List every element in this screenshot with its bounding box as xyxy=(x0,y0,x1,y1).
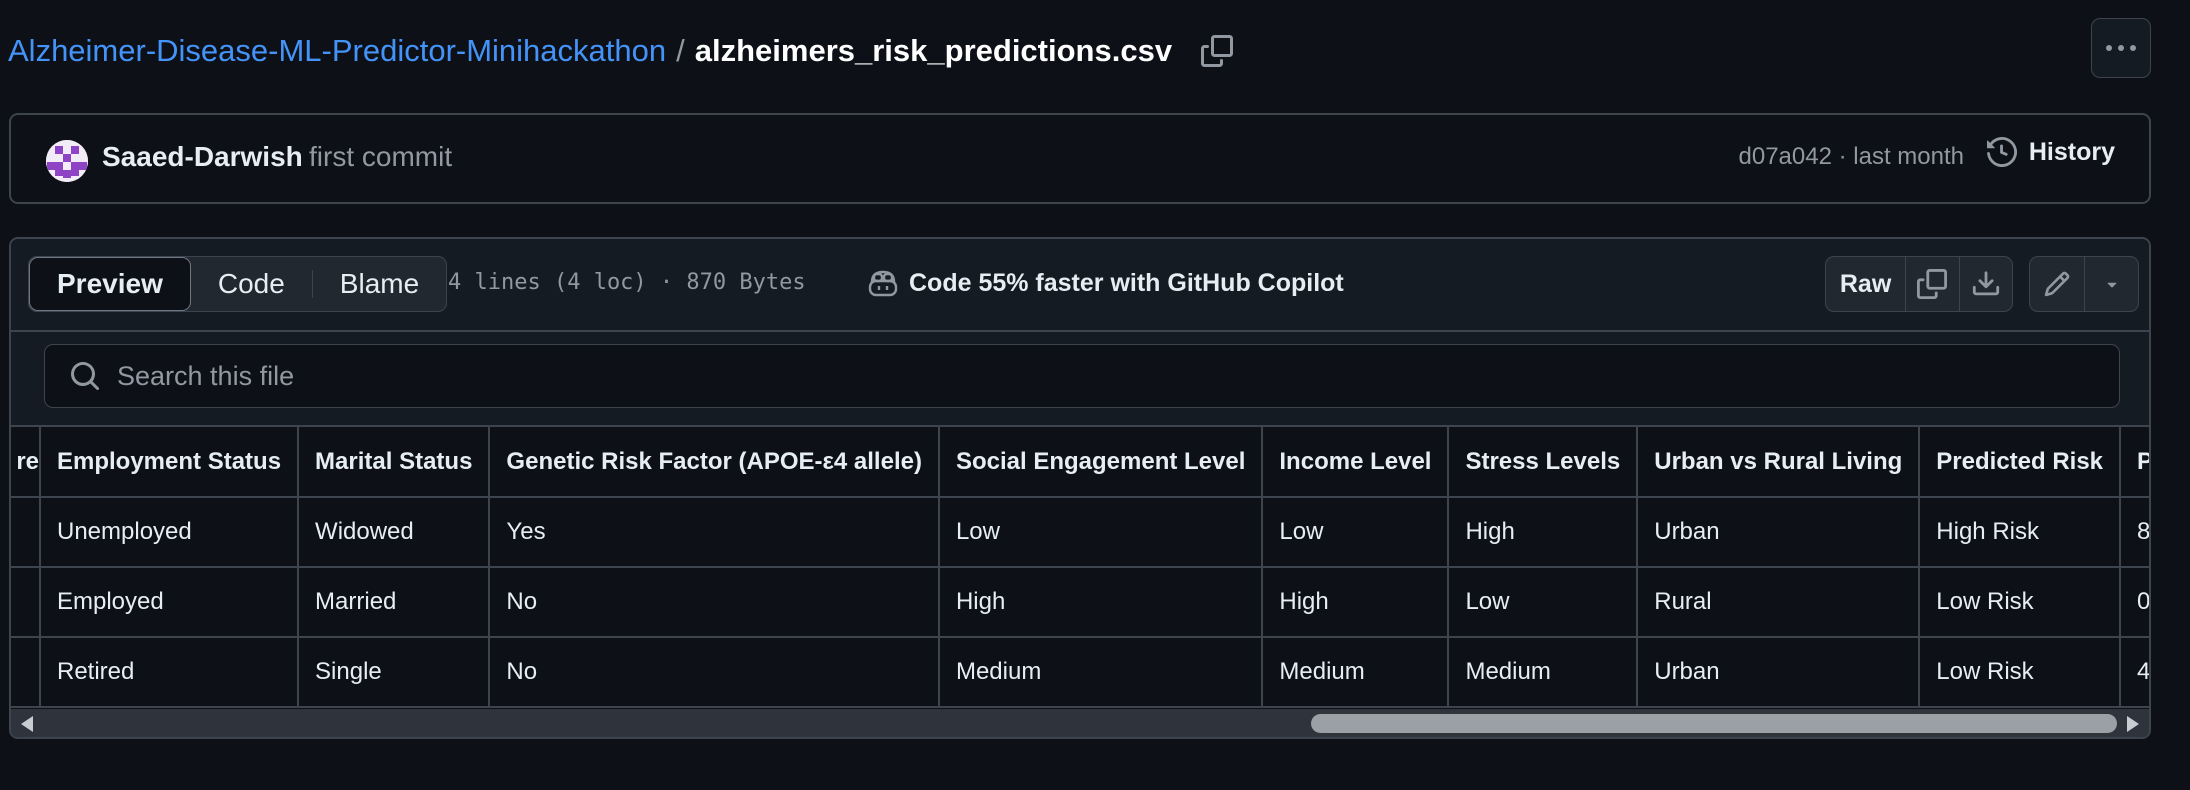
table-cell: Medium xyxy=(1261,636,1450,708)
search-input[interactable] xyxy=(115,359,2119,393)
scroll-left-arrow-icon[interactable] xyxy=(20,716,34,732)
view-mode-switcher: Preview Code Blame xyxy=(28,256,448,312)
file-info: 4 lines (4 loc) · 870 Bytes xyxy=(448,270,806,295)
search-icon xyxy=(71,362,100,391)
copilot-promo-link[interactable]: Code 55% faster with GitHub Copilot xyxy=(867,268,1344,298)
copy-path-button[interactable] xyxy=(1194,28,1240,74)
table-cell xyxy=(11,566,41,638)
table-cell: Low xyxy=(937,496,1264,568)
table-cell: Low Risk xyxy=(1918,566,2122,638)
table-cell: Medium xyxy=(1447,636,1639,708)
table-header-row: re Employment Status Marital Status Gene… xyxy=(11,427,2149,498)
table-cell: No xyxy=(488,566,940,638)
edit-dropdown-button[interactable] xyxy=(2084,257,2138,311)
file-name: alzheimers_risk_predictions.csv xyxy=(694,33,1173,68)
table-cell: Medium xyxy=(937,636,1264,708)
table-cell: Rural xyxy=(1636,566,1921,638)
csv-table-container: re Employment Status Marital Status Gene… xyxy=(11,427,2149,709)
table-cell: High xyxy=(1447,496,1639,568)
table-cell: High Risk xyxy=(1918,496,2122,568)
download-button[interactable] xyxy=(1958,257,2012,311)
history-label: History xyxy=(2028,137,2115,166)
csv-table: re Employment Status Marital Status Gene… xyxy=(11,427,2149,708)
horizontal-scrollbar[interactable] xyxy=(11,709,2149,737)
table-cell: High xyxy=(1261,566,1450,638)
column-header: Urban vs Rural Living xyxy=(1636,427,1921,498)
copilot-label: Code 55% faster with GitHub Copilot xyxy=(909,268,1344,297)
commit-message[interactable]: first commit xyxy=(309,141,452,173)
table-cell: Employed xyxy=(38,566,300,638)
tab-blame[interactable]: Blame xyxy=(313,257,446,311)
edit-actions-group xyxy=(2029,256,2139,312)
scrollbar-thumb[interactable] xyxy=(1311,714,2117,733)
column-header: Probability xyxy=(2119,427,2149,498)
commit-sha-date[interactable]: d07a042 · last month xyxy=(1739,143,1964,171)
avatar[interactable] xyxy=(46,140,88,182)
history-icon xyxy=(1986,137,2017,167)
more-options-button[interactable] xyxy=(2091,18,2151,78)
search-box xyxy=(44,344,2120,408)
edit-button[interactable] xyxy=(2030,257,2084,311)
commit-author[interactable]: Saaed-Darwish xyxy=(102,141,303,173)
table-cell: Low xyxy=(1261,496,1450,568)
table-cell: Low xyxy=(1447,566,1639,638)
repo-link[interactable]: Alzheimer-Disease-ML-Predictor-Minihacka… xyxy=(8,33,666,69)
table-cell: Low Risk xyxy=(1918,636,2122,708)
column-header: Genetic Risk Factor (APOE-ε4 allele) xyxy=(488,427,940,498)
table-cell: Single xyxy=(297,636,491,708)
table-cell: Retired xyxy=(38,636,300,708)
column-header: Social Engagement Level xyxy=(937,427,1264,498)
column-header: Employment Status xyxy=(38,427,300,498)
copy-raw-button[interactable] xyxy=(1905,257,1958,311)
breadcrumb: Alzheimer-Disease-ML-Predictor-Minihacka… xyxy=(8,26,1240,76)
column-header: re xyxy=(11,427,41,498)
table-cell: Married xyxy=(297,566,491,638)
table-row: Unemployed Widowed Yes Low Low High Urba… xyxy=(11,496,2149,568)
table-cell: Yes xyxy=(488,496,940,568)
table-cell: 0.69% xyxy=(2119,566,2149,638)
table-row: Employed Married No High High Low Rural … xyxy=(11,566,2149,638)
table-cell: Urban xyxy=(1636,496,1921,568)
table-cell xyxy=(11,636,41,708)
table-cell: High xyxy=(937,566,1264,638)
identicon xyxy=(46,140,88,182)
scroll-right-arrow-icon[interactable] xyxy=(2126,716,2140,732)
table-cell: No xyxy=(488,636,940,708)
kebab-horizontal-icon xyxy=(2106,45,2136,51)
column-header: Marital Status xyxy=(297,427,491,498)
raw-button[interactable]: Raw xyxy=(1826,257,1905,311)
table-cell: Urban xyxy=(1636,636,1921,708)
breadcrumb-separator: / xyxy=(676,33,685,68)
column-header: Stress Levels xyxy=(1447,427,1639,498)
table-cell xyxy=(11,496,41,568)
table-row: Retired Single No Medium Medium Medium U… xyxy=(11,636,2149,708)
table-cell: 83.48% xyxy=(2119,496,2149,568)
raw-actions-group: Raw xyxy=(1825,256,2013,312)
tab-preview[interactable]: Preview xyxy=(29,257,191,311)
copy-icon xyxy=(1201,35,1234,67)
file-header: Preview Code Blame 4 lines (4 loc) · 870… xyxy=(11,239,2149,332)
tab-code[interactable]: Code xyxy=(191,257,312,311)
latest-commit-bar: Saaed-Darwish first commit d07a042 · las… xyxy=(9,113,2151,204)
table-cell: 41.45% xyxy=(2119,636,2149,708)
table-cell: Widowed xyxy=(297,496,491,568)
column-header: Predicted Risk xyxy=(1918,427,2122,498)
copilot-icon xyxy=(868,270,898,297)
download-icon xyxy=(1972,271,1999,296)
history-button[interactable]: History xyxy=(1986,137,2115,167)
column-header: Income Level xyxy=(1261,427,1450,498)
triangle-down-icon xyxy=(2106,282,2117,288)
table-cell: Unemployed xyxy=(38,496,300,568)
pencil-icon xyxy=(2044,271,2070,297)
copy-icon xyxy=(1917,269,1948,299)
search-area xyxy=(11,332,2149,427)
file-viewer: Preview Code Blame 4 lines (4 loc) · 870… xyxy=(9,237,2151,739)
